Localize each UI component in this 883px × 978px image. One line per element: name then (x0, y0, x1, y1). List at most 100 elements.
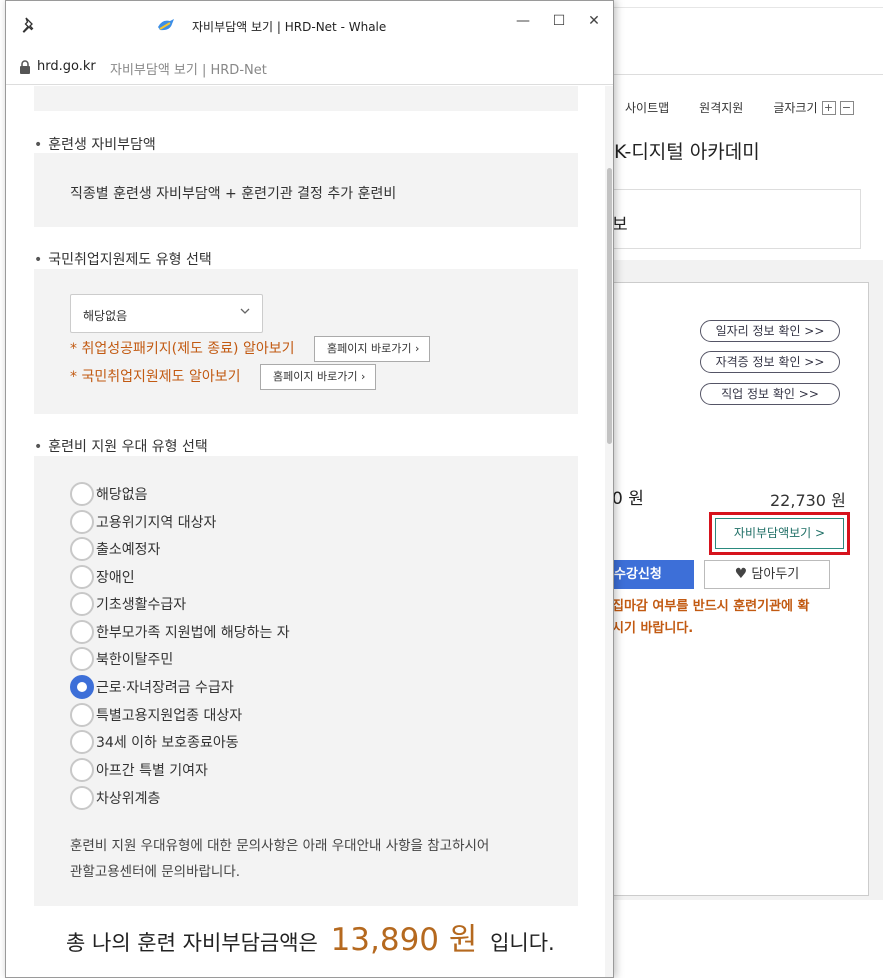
address-host: hrd.go.kr (37, 59, 96, 74)
radio-label: 북한이탈주민 (96, 652, 174, 668)
radio-option[interactable]: 한부모가족 지원법에 해당하는 자 (70, 620, 290, 644)
total-selfpay-line: 총 나의 훈련 자비부담금액은 13,890 원 입니다. (66, 914, 555, 959)
radio-button[interactable] (70, 730, 94, 754)
radio-button[interactable] (70, 647, 94, 671)
occupation-info-button[interactable]: 직업 정보 확인 >> (700, 383, 840, 405)
price-right: 22,730 원 (770, 491, 846, 510)
maximize-icon[interactable]: ☐ (549, 11, 569, 31)
radio-option-selected[interactable]: 근로·자녀장려금 수급자 (70, 675, 234, 699)
radio-label: 34세 이하 보호종료아동 (96, 735, 239, 751)
radio-button[interactable] (70, 758, 94, 782)
radio-option[interactable]: 특별고용지원업종 대상자 (70, 703, 242, 727)
radio-button[interactable] (70, 592, 94, 616)
background-bottom (612, 905, 883, 978)
radio-button[interactable] (70, 565, 94, 589)
radio-option[interactable]: 기초생활수급자 (70, 592, 186, 616)
radio-label: 특별고용지원업종 대상자 (96, 708, 243, 724)
radio-option[interactable]: 해당없음 (70, 482, 148, 506)
radio-option[interactable]: 출소예정자 (70, 537, 160, 561)
whale-browser-icon (158, 19, 174, 31)
address-page-title: 자비부담액 보기 | HRD-Net (110, 63, 267, 78)
header-divider (612, 74, 883, 75)
radio-label: 한부모가족 지원법에 해당하는 자 (96, 625, 290, 641)
utility-menu: 사이트맵 원격지원 글자크기 + − (625, 99, 854, 116)
home-shortcut-button[interactable]: 홈페이지 바로가기 › (314, 336, 431, 362)
font-size-control: 글자크기 + − (773, 99, 854, 116)
employment-type-title: 국민취업지원제도 유형 선택 (34, 249, 211, 269)
wishlist-label: 담아두기 (751, 567, 800, 582)
job-info-button[interactable]: 일자리 정보 확인 >> (700, 320, 840, 342)
trainee-cost-desc: 직종별 훈련생 자비부담액 + 훈련기관 결정 추가 훈련비 (70, 186, 397, 202)
radio-option[interactable]: 장애인 (70, 565, 135, 589)
sitemap-link[interactable]: 사이트맵 (625, 99, 669, 116)
radio-label: 고용위기지역 대상자 (96, 515, 217, 531)
home-button-label: 홈페이지 바로가기 (273, 370, 358, 383)
radio-label: 차상위계층 (96, 791, 161, 807)
radio-option[interactable]: 아프간 특별 기여자 (70, 758, 208, 782)
wishlist-button[interactable]: ♥ 담아두기 (704, 560, 830, 589)
radio-label: 출소예정자 (96, 542, 161, 558)
radio-label: 근로·자녀장려금 수급자 (96, 680, 234, 696)
inquiry-line: 관할고용센터에 문의바랍니다. (70, 864, 241, 880)
notice-text: 집마감 여부를 반드시 훈련기관에 확 시기 바랍니다. (612, 596, 852, 640)
radio-label: 해당없음 (96, 487, 148, 503)
apply-button[interactable]: 수강신청 (612, 560, 694, 589)
radio-button[interactable] (70, 620, 94, 644)
close-icon[interactable]: ✕ (584, 11, 604, 31)
previous-section-box (34, 86, 578, 111)
heart-icon: ♥ (734, 566, 748, 582)
select-value: 해당없음 (83, 309, 128, 323)
total-prefix: 총 나의 훈련 자비부담금액은 (66, 931, 318, 955)
info-box: 보 (612, 189, 861, 249)
support-type-title: 훈련비 지원 우대 유형 선택 (34, 436, 207, 456)
apply-button-label: 수강신청 (614, 567, 662, 582)
total-suffix: 입니다. (490, 931, 555, 955)
minimize-icon[interactable]: — (513, 11, 533, 31)
lock-icon (20, 60, 30, 74)
radio-button[interactable] (70, 482, 94, 506)
font-decrease-button[interactable]: − (839, 100, 854, 115)
address-bar[interactable]: hrd.go.kr 자비부담액 보기 | HRD-Net (6, 51, 613, 85)
scrollbar-thumb[interactable] (607, 168, 612, 444)
radio-button[interactable] (70, 703, 94, 727)
radio-button[interactable] (70, 537, 94, 561)
inquiry-text: 훈련비 지원 우대유형에 대한 문의사항은 아래 우대안내 사항을 참고하시어 … (70, 833, 570, 885)
selfpay-view-button[interactable]: 자비부담액보기 > (715, 518, 844, 549)
chevron-down-icon (240, 308, 250, 314)
content-panel (612, 282, 869, 896)
vertical-scrollbar[interactable] (605, 86, 613, 977)
notice-line: 집마감 여부를 반드시 훈련기관에 확 (612, 599, 810, 614)
popup-window: 자비부담액 보기 | HRD-Net - Whale — ☐ ✕ hrd.go.… (5, 0, 614, 978)
pin-icon[interactable] (19, 15, 39, 35)
radio-option[interactable]: 고용위기지역 대상자 (70, 510, 216, 534)
chevron-right-icon: › (414, 342, 420, 355)
radio-label: 기초생활수급자 (96, 597, 187, 613)
notice-line: 시기 바랍니다. (612, 621, 694, 636)
price-left: 0 원 (612, 489, 644, 509)
radio-button-checked[interactable] (70, 675, 94, 699)
inquiry-line: 훈련비 지원 우대유형에 대한 문의사항은 아래 우대안내 사항을 참고하시어 (70, 838, 490, 854)
certificate-info-button[interactable]: 자격증 정보 확인 >> (700, 351, 840, 373)
info-label: 보 (612, 215, 628, 235)
radio-option[interactable]: 34세 이하 보호종료아동 (70, 730, 239, 754)
course-title: K-디지털 아카데미 (614, 141, 760, 163)
home-button-label: 홈페이지 바로가기 (327, 342, 412, 355)
radio-option[interactable]: 북한이탈주민 (70, 647, 173, 671)
total-amount: 13,890 원 (330, 922, 478, 958)
radio-label: 장애인 (96, 570, 135, 586)
window-title: 자비부담액 보기 | HRD-Net - Whale (192, 20, 387, 34)
remote-support-link[interactable]: 원격지원 (699, 99, 743, 116)
home-shortcut-button[interactable]: 홈페이지 바로가기 › (260, 364, 377, 390)
radio-option[interactable]: 차상위계층 (70, 786, 160, 810)
title-bar: 자비부담액 보기 | HRD-Net - Whale — ☐ ✕ (6, 1, 613, 51)
popup-content: 훈련생 자비부담액 직종별 훈련생 자비부담액 + 훈련기관 결정 추가 훈련비… (6, 86, 605, 977)
selfpay-highlight: 자비부담액보기 > (709, 512, 850, 555)
employment-support-link[interactable]: * 국민취업지원제도 알아보기 (70, 366, 240, 386)
font-increase-button[interactable]: + (821, 100, 836, 115)
radio-button[interactable] (70, 786, 94, 810)
success-package-link[interactable]: * 취업성공패키지(제도 종료) 알아보기 (70, 338, 294, 358)
chevron-right-icon: › (360, 370, 366, 383)
trainee-cost-title: 훈련생 자비부담액 (34, 134, 156, 154)
employment-type-select[interactable]: 해당없음 (70, 294, 263, 333)
radio-button[interactable] (70, 510, 94, 534)
